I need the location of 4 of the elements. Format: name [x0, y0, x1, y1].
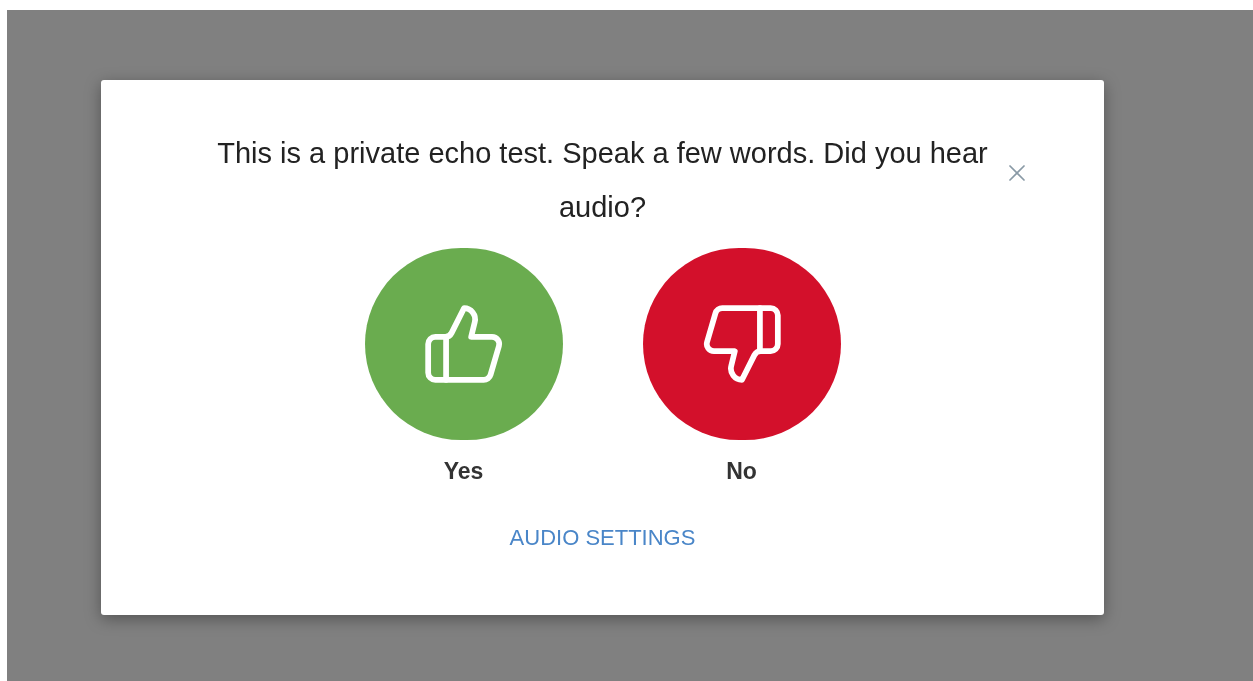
audio-settings-link[interactable]: AUDIO SETTINGS: [509, 520, 696, 554]
dialog-title: This is a private echo test. Speak a few words. Did you hear audio?: [216, 136, 989, 225]
answer-label: No: [726, 457, 757, 486]
answer-label: Yes: [443, 457, 484, 486]
